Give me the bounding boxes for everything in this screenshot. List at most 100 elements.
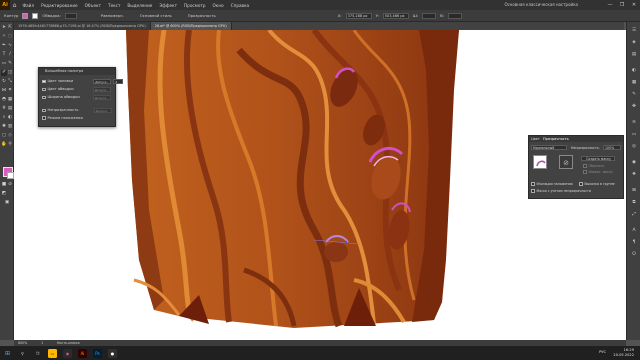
start-icon[interactable]: ⊞ — [3, 348, 12, 358]
pathfinder-icon[interactable]: ⧉ — [631, 200, 637, 206]
opacity-label[interactable]: Прозрачность — [188, 13, 216, 18]
tolerance-label: Допуск: — [92, 95, 111, 100]
stroke-width-checkbox[interactable] — [42, 95, 46, 99]
stroke-color-swatch[interactable] — [7, 172, 14, 179]
h-label: В: — [440, 13, 444, 18]
lasso-icon[interactable]: ◌ — [7, 34, 13, 40]
tolerance-field[interactable]: 3 — [113, 79, 124, 84]
mask-thumbnail[interactable]: ⊘ — [559, 155, 573, 169]
symbols-icon[interactable]: ✤ — [631, 104, 637, 110]
graph-tool-icon[interactable]: ▥ — [7, 124, 13, 130]
photoshop-taskbar-icon[interactable]: Ps — [93, 348, 102, 358]
home-icon[interactable]: ⌂ — [10, 2, 19, 9]
align-icon[interactable]: ⊞ — [631, 188, 637, 194]
blend-mode-select[interactable]: Нормальный — [531, 145, 567, 150]
opacity-knockout-checkbox[interactable]: Маска с учетом непрозрачности — [531, 189, 591, 193]
h-field[interactable] — [447, 12, 462, 19]
gradient-icon[interactable]: ▭ — [631, 132, 637, 138]
y-label: Y: — [375, 13, 379, 18]
fill-color-checkbox[interactable] — [42, 79, 46, 83]
menu-file[interactable]: Файл — [19, 3, 38, 8]
invert-mask-checkbox[interactable]: Инверт. маску — [583, 170, 613, 174]
opentype-icon[interactable]: O — [631, 252, 637, 258]
graphic-styles-icon[interactable]: ❖ — [631, 172, 637, 178]
search-icon[interactable]: ⚲ — [18, 348, 27, 358]
stroke-color-row: Цвет обводки Допуск: — [42, 87, 111, 92]
w-label: Ш: — [412, 13, 419, 18]
stroke-color-checkbox[interactable] — [42, 87, 46, 91]
appearance-icon[interactable]: ◉ — [631, 160, 637, 166]
swatches-icon[interactable]: ▦ — [631, 80, 637, 86]
opacity-label: Непрозрачность: — [571, 146, 600, 150]
stroke-weight-field[interactable] — [64, 12, 77, 19]
stroke-swatch[interactable] — [32, 12, 39, 19]
artboard-number[interactable]: 1 — [41, 341, 43, 345]
layers-icon[interactable]: ◈ — [631, 40, 637, 46]
paragraph-icon[interactable]: ¶ — [631, 240, 637, 246]
blend-tool-icon[interactable]: ◐ — [7, 115, 13, 121]
scale-tool-icon[interactable]: ⤡ — [7, 79, 13, 85]
brush-label[interactable]: Равномерн. — [101, 13, 124, 18]
character-icon[interactable]: A — [631, 228, 637, 234]
isolate-blending-checkbox[interactable]: Изоляция наложения — [531, 182, 573, 186]
menu-window[interactable]: Окно — [209, 3, 227, 8]
w-field[interactable] — [422, 12, 437, 19]
line-tool-icon[interactable]: / — [7, 52, 13, 58]
opacity-field[interactable]: 100% — [603, 145, 621, 150]
file-explorer-icon[interactable]: ▭ — [48, 348, 57, 358]
isolate-blending-label: Изоляция наложения — [536, 182, 573, 186]
draw-mode-icon[interactable]: ◩ — [1, 191, 7, 197]
blend-mode-checkbox[interactable] — [42, 116, 46, 120]
task-view-icon[interactable]: ❐ — [33, 348, 42, 358]
direct-selection-tool-icon[interactable]: ⇱ — [7, 25, 13, 31]
make-mask-button[interactable]: Создать маску — [581, 156, 615, 161]
minimize-icon[interactable]: — — [604, 0, 616, 10]
color-icon[interactable]: ◐ — [631, 68, 637, 74]
slice-tool-icon[interactable]: ◇ — [7, 133, 13, 139]
perspective-grid-icon[interactable]: ▦ — [7, 97, 13, 103]
menu-text[interactable]: Текст — [105, 3, 124, 8]
x-field[interactable]: 375,288 px — [345, 12, 372, 19]
menu-edit[interactable]: Редактирование — [38, 3, 82, 8]
document-tab-active[interactable]: 26.ai* @ 600% (RGB/Предпросмотр GPU) — [150, 22, 232, 30]
eraser-icon[interactable]: ◫ — [7, 70, 13, 76]
browser-icon[interactable]: ◉ — [63, 348, 72, 358]
workspace-switcher[interactable]: Основная классическая настройка — [504, 2, 578, 7]
tab-transparency[interactable]: Прозрачность — [543, 137, 569, 141]
free-transform-icon[interactable]: ⌗ — [7, 88, 13, 94]
app-taskbar-icon[interactable]: ● — [108, 348, 117, 358]
transparency-icon[interactable]: ◎ — [631, 144, 637, 150]
clip-checkbox[interactable]: Обрезать — [583, 164, 604, 168]
none-mode-icon[interactable]: ⊘ — [7, 182, 13, 188]
knockout-group-checkbox[interactable]: Выколка в группе — [579, 182, 615, 186]
zoom-tool-icon[interactable]: ⚲ — [7, 142, 13, 148]
libraries-icon[interactable]: ▤ — [631, 52, 637, 58]
curvature-icon[interactable]: ∿ — [7, 43, 13, 49]
restore-icon[interactable]: ❐ — [616, 0, 628, 10]
fill-color-label: Цвет заливки — [47, 79, 74, 84]
brushes-icon[interactable]: ✎ — [631, 92, 637, 98]
gradient-tool-icon[interactable]: ▤ — [7, 106, 13, 112]
menu-view[interactable]: Просмотр — [181, 3, 210, 8]
menu-help[interactable]: Справка — [227, 3, 252, 8]
menu-object[interactable]: Объект — [81, 3, 104, 8]
stroke-icon[interactable]: ≡ — [631, 120, 637, 126]
illustrator-taskbar-icon[interactable]: Ai — [78, 348, 87, 358]
paintbrush-icon[interactable]: ✎ — [7, 61, 13, 67]
zoom-level[interactable]: 600% — [18, 341, 27, 345]
clock[interactable]: 16:29 20.05.2022 — [613, 348, 634, 358]
illustrator-window: Ai ⌂ Файл Редактирование Объект Текст Вы… — [0, 0, 640, 360]
input-language[interactable]: РУС — [599, 350, 606, 354]
tab-color[interactable]: Цвет — [531, 137, 540, 141]
y-field[interactable]: 503,466 px — [382, 12, 409, 19]
opacity-checkbox[interactable] — [42, 108, 46, 112]
document-tab[interactable]: 1976-465fc4461778868-p75-7198.ai @ 16.47… — [14, 22, 151, 30]
properties-icon[interactable]: ☰ — [631, 28, 637, 34]
menu-select[interactable]: Выделение — [124, 3, 156, 8]
style-label[interactable]: Основной стиль — [140, 13, 172, 18]
close-icon[interactable]: ✕ — [628, 0, 640, 10]
transform-icon[interactable]: ⤢ — [631, 212, 637, 218]
screen-mode-icon[interactable]: ▣ — [4, 200, 10, 206]
menu-effect[interactable]: Эффект — [156, 3, 181, 8]
fill-swatch[interactable] — [22, 12, 29, 19]
